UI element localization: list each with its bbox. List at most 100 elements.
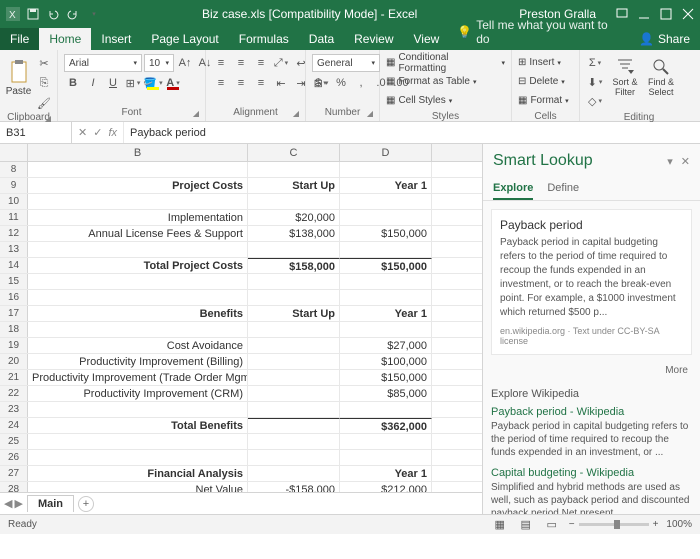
result-card[interactable]: Payback period Payback period in capital… [491,209,692,355]
table-row[interactable]: 16 [0,290,482,306]
cell[interactable]: $150,000 [340,258,432,273]
cell[interactable] [28,194,248,209]
cell[interactable]: Project Costs [28,178,248,193]
qat-customize-icon[interactable] [86,7,100,21]
close-icon[interactable] [682,8,694,20]
cell[interactable] [340,210,432,225]
cell[interactable]: Productivity Improvement (CRM) [28,386,248,401]
align-top-icon[interactable]: ≡ [212,54,230,72]
decrease-indent-icon[interactable]: ⇤ [272,74,290,92]
cell[interactable] [248,338,340,353]
align-middle-icon[interactable]: ≡ [232,54,250,72]
cell[interactable] [248,274,340,289]
row-header[interactable]: 17 [0,306,28,321]
sheet-next-icon[interactable]: ▶ [14,497,22,510]
table-row[interactable]: 25 [0,434,482,450]
cell[interactable]: Year 1 [340,306,432,321]
table-row[interactable]: 27Financial AnalysisYear 1 [0,466,482,482]
zoom-slider[interactable]: − + [569,519,659,530]
cell[interactable] [28,322,248,337]
row-header[interactable]: 19 [0,338,28,353]
table-row[interactable]: 23 [0,402,482,418]
cell[interactable]: $20,000 [248,210,340,225]
share-button[interactable]: 👤Share [629,28,700,50]
font-color-button[interactable]: A [164,74,182,92]
border-button[interactable]: ⊞ [124,74,142,92]
cut-icon[interactable]: ✂ [35,54,53,72]
font-size-select[interactable]: 10▾ [144,54,174,72]
dialog-launcher-icon[interactable]: ◢ [293,109,299,118]
pane-dropdown-icon[interactable]: ▾ [667,155,673,168]
italic-button[interactable]: I [84,74,102,92]
table-row[interactable]: 10 [0,194,482,210]
minimize-icon[interactable] [638,8,650,20]
zoom-out-icon[interactable]: − [569,519,575,530]
cell[interactable] [340,274,432,289]
align-right-icon[interactable]: ≡ [252,74,270,92]
table-row[interactable]: 8 [0,162,482,178]
cell[interactable] [340,242,432,257]
cell[interactable] [340,162,432,177]
format-as-table-button[interactable]: ▦Format as Table▾ [386,73,476,90]
formula-bar[interactable]: Payback period [124,127,700,139]
increase-font-icon[interactable]: A↑ [176,54,194,72]
fx-icon[interactable]: fx [108,127,117,139]
row-header[interactable]: 10 [0,194,28,209]
pane-close-icon[interactable]: ✕ [681,155,690,168]
cell[interactable] [340,434,432,449]
more-link[interactable]: More [491,363,692,384]
table-row[interactable]: 18 [0,322,482,338]
row-header[interactable]: 11 [0,210,28,225]
name-box[interactable]: B31 [0,122,72,143]
cell[interactable] [28,274,248,289]
delete-cells-button[interactable]: ⊟Delete▾ [518,73,565,90]
cell[interactable]: $212,000 [340,482,432,492]
row-header[interactable]: 18 [0,322,28,337]
accounting-format-icon[interactable]: $ [312,74,330,92]
row-header[interactable]: 20 [0,354,28,369]
align-center-icon[interactable]: ≡ [232,74,250,92]
autosum-icon[interactable]: Σ [586,54,604,72]
cell[interactable] [340,290,432,305]
table-row[interactable]: 12Annual License Fees & Support$138,000$… [0,226,482,242]
cell[interactable]: Start Up [248,306,340,321]
cell[interactable] [28,162,248,177]
row-header[interactable]: 12 [0,226,28,241]
dialog-launcher-icon[interactable]: ◢ [45,114,51,123]
find-select-button[interactable]: Find & Select [644,52,678,104]
cell[interactable]: $150,000 [340,370,432,385]
cell[interactable] [28,434,248,449]
fill-icon[interactable]: ⬇ [586,73,604,91]
table-row[interactable]: 21Productivity Improvement (Trade Order … [0,370,482,386]
wiki-result[interactable]: Payback period - Wikipedia Payback perio… [491,406,692,459]
maximize-icon[interactable] [660,8,672,20]
cell[interactable]: Total Project Costs [28,258,248,273]
cell[interactable]: Cost Avoidance [28,338,248,353]
underline-button[interactable]: U [104,74,122,92]
cell[interactable]: Benefits [28,306,248,321]
row-header[interactable]: 8 [0,162,28,177]
tab-page-layout[interactable]: Page Layout [141,28,228,50]
cell[interactable]: $138,000 [248,226,340,241]
cell[interactable] [340,194,432,209]
table-row[interactable]: 11Implementation$20,000 [0,210,482,226]
cell[interactable] [248,418,340,433]
cell[interactable]: Productivity Improvement (Billing) [28,354,248,369]
cell[interactable]: Annual License Fees & Support [28,226,248,241]
tab-data[interactable]: Data [299,28,344,50]
table-row[interactable]: 14Total Project Costs$158,000$150,000 [0,258,482,274]
tell-me[interactable]: 💡Tell me what you want to do [449,14,629,50]
cell[interactable]: Year 1 [340,466,432,481]
insert-cells-button[interactable]: ⊞Insert▾ [518,54,561,71]
fill-color-button[interactable]: 🪣 [144,74,162,92]
bold-button[interactable]: B [64,74,82,92]
row-header[interactable]: 14 [0,258,28,273]
enter-fx-icon[interactable]: ✓ [93,126,102,139]
add-sheet-button[interactable]: + [78,496,94,512]
dialog-launcher-icon[interactable]: ◢ [193,109,199,118]
format-painter-icon[interactable]: 🖌 [35,94,53,112]
dialog-launcher-icon[interactable]: ◢ [367,109,373,118]
table-row[interactable]: 22Productivity Improvement (CRM)$85,000 [0,386,482,402]
cell[interactable] [248,242,340,257]
col-header-b[interactable]: B [28,144,248,161]
